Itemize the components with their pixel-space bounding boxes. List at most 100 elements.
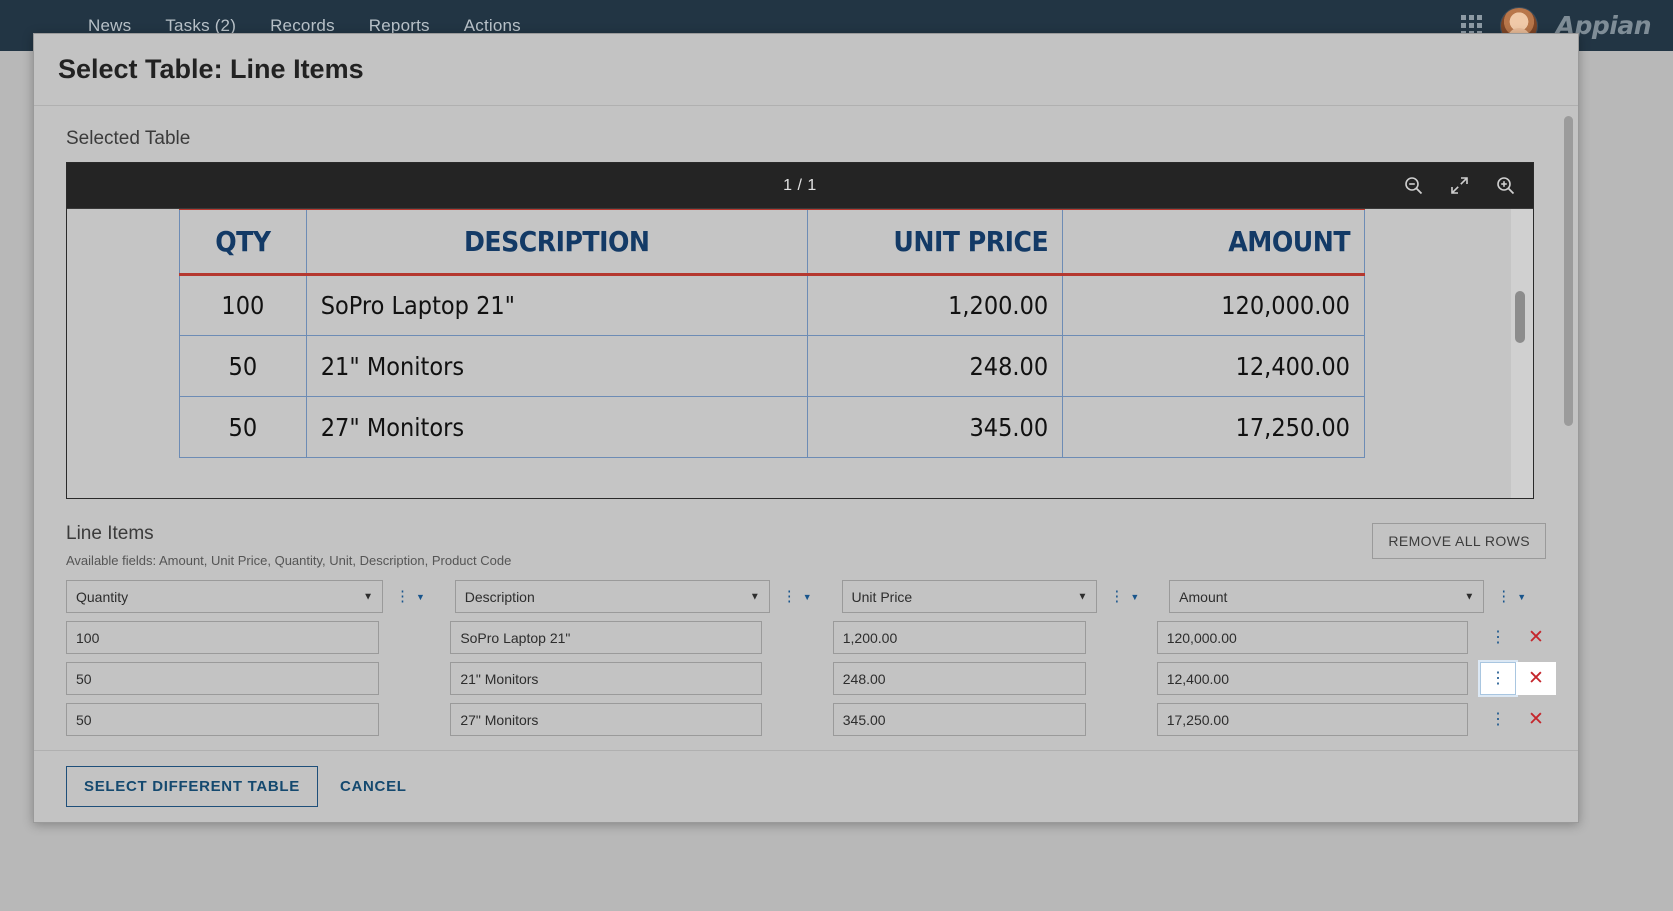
vertical-dots-icon: ⋮ <box>1496 588 1512 605</box>
line-item-row: ⋮ ✕ <box>66 662 1556 695</box>
column-select-unit-price[interactable]: Unit Price <box>841 580 1098 613</box>
zoom-in-icon[interactable] <box>1496 176 1515 195</box>
close-icon: ✕ <box>1528 627 1544 648</box>
description-input[interactable] <box>450 703 762 736</box>
close-icon: ✕ <box>1528 668 1544 689</box>
row-menu-button[interactable]: ⋮ <box>1480 703 1516 736</box>
zoom-out-icon[interactable] <box>1404 176 1423 195</box>
invoice-col-unit-price: UNIT PRICE <box>806 209 1064 276</box>
unit-price-cell-wrap <box>832 662 1086 695</box>
description-cell-wrap <box>450 662 762 695</box>
invoice-col-description: DESCRIPTION <box>305 209 808 276</box>
viewer-toolbar: 1 / 1 <box>67 163 1533 208</box>
chevron-down-icon: ▼ <box>415 591 425 602</box>
invoice-cell-unit-price: 1,200.00 <box>806 274 1064 336</box>
column-select-description[interactable]: Description <box>454 580 770 613</box>
column-select-amount-wrap: Amount ▼ <box>1169 580 1485 613</box>
chevron-down-icon: ▼ <box>1130 591 1140 602</box>
invoice-cell-unit-price: 248.00 <box>806 335 1064 397</box>
column-menu-quantity[interactable]: ⋮ ▼ <box>395 589 443 604</box>
row-menu-button-active[interactable]: ⋮ <box>1479 662 1516 695</box>
page-title: Select Table: Line Items <box>58 54 364 84</box>
close-icon: ✕ <box>1528 709 1544 730</box>
table-row: 50 21" Monitors 248.00 12,400.00 <box>179 335 1365 397</box>
description-cell-wrap <box>450 703 762 736</box>
delete-row-button[interactable]: ✕ <box>1516 621 1556 654</box>
unit-price-cell-wrap <box>832 621 1086 654</box>
table-row: 100 SoPro Laptop 21" 1,200.00 120,000.00 <box>179 274 1365 336</box>
page-left-gutter <box>67 209 171 498</box>
invoice-cell-amount: 17,250.00 <box>1062 396 1365 458</box>
select-table-dialog: Select Table: Line Items Selected Table … <box>33 33 1579 823</box>
expand-icon[interactable] <box>1450 176 1469 195</box>
chevron-down-icon: ▼ <box>802 591 812 602</box>
quantity-cell-wrap <box>66 662 380 695</box>
vertical-dots-icon: ⋮ <box>1109 588 1125 605</box>
line-items-heading-text: Line Items Available fields: Amount, Uni… <box>66 523 1372 568</box>
invoice-cell-description: 21" Monitors <box>305 335 808 397</box>
amount-input[interactable] <box>1156 621 1468 654</box>
dialog-body: Selected Table 1 / 1 QTY DESCRIPTION UNI… <box>34 106 1578 750</box>
unit-price-input[interactable] <box>832 703 1086 736</box>
column-selector-row: Quantity ▼ ⋮ ▼ Description ▼ ⋮ ▼ Unit Pr… <box>66 580 1556 613</box>
invoice-col-qty: QTY <box>179 209 307 276</box>
unit-price-input[interactable] <box>832 621 1086 654</box>
vertical-dots-icon: ⋮ <box>1489 710 1506 728</box>
invoice-cell-amount: 12,400.00 <box>1062 335 1365 397</box>
column-select-amount[interactable]: Amount <box>1169 580 1485 613</box>
delete-row-button[interactable]: ✕ <box>1515 662 1556 695</box>
dialog-scrollbar-thumb[interactable] <box>1564 116 1573 426</box>
vertical-dots-icon: ⋮ <box>1489 628 1506 646</box>
description-cell-wrap <box>450 621 762 654</box>
quantity-input[interactable] <box>66 703 380 736</box>
invoice-header-row: QTY DESCRIPTION UNIT PRICE AMOUNT <box>179 209 1365 276</box>
delete-row-button[interactable]: ✕ <box>1516 703 1556 736</box>
line-items-title: Line Items <box>66 523 154 544</box>
quantity-cell-wrap <box>66 703 380 736</box>
invoice-table: QTY DESCRIPTION UNIT PRICE AMOUNT 100 So… <box>179 209 1365 458</box>
invoice-cell-description: SoPro Laptop 21" <box>305 274 808 336</box>
invoice-cell-qty: 100 <box>179 274 307 336</box>
quantity-input[interactable] <box>66 662 380 695</box>
amount-input[interactable] <box>1156 703 1468 736</box>
row-controls: ⋮ ✕ <box>1479 662 1556 695</box>
unit-price-input[interactable] <box>832 662 1086 695</box>
chevron-down-icon: ▼ <box>1517 591 1527 602</box>
invoice-col-amount: AMOUNT <box>1062 209 1365 276</box>
line-items-grid: Quantity ▼ ⋮ ▼ Description ▼ ⋮ ▼ Unit Pr… <box>66 580 1556 736</box>
column-select-quantity[interactable]: Quantity <box>66 580 383 613</box>
description-input[interactable] <box>450 662 762 695</box>
invoice-cell-amount: 120,000.00 <box>1062 274 1365 336</box>
amount-input[interactable] <box>1156 662 1468 695</box>
quantity-cell-wrap <box>66 621 380 654</box>
column-menu-description[interactable]: ⋮ ▼ <box>782 589 830 604</box>
table-row: 50 27" Monitors 345.00 17,250.00 <box>179 396 1365 458</box>
remove-all-rows-button[interactable]: REMOVE ALL ROWS <box>1372 523 1546 559</box>
amount-cell-wrap <box>1156 621 1468 654</box>
document-viewer: 1 / 1 QTY DESCRIPTION UNIT PRICE AMOUNT … <box>66 162 1534 499</box>
dialog-header: Select Table: Line Items <box>34 34 1578 106</box>
row-controls: ⋮ ✕ <box>1480 621 1556 654</box>
unit-price-cell-wrap <box>832 703 1086 736</box>
cancel-button[interactable]: CANCEL <box>340 778 407 795</box>
page-scrollbar-thumb[interactable] <box>1515 291 1525 343</box>
quantity-input[interactable] <box>66 621 380 654</box>
column-menu-unit-price[interactable]: ⋮ ▼ <box>1109 589 1157 604</box>
dialog-footer: SELECT DIFFERENT TABLE CANCEL <box>34 750 1578 822</box>
column-select-quantity-wrap: Quantity ▼ <box>66 580 383 613</box>
document-page: QTY DESCRIPTION UNIT PRICE AMOUNT 100 So… <box>67 208 1533 498</box>
invoice-cell-qty: 50 <box>179 396 307 458</box>
vertical-dots-icon: ⋮ <box>394 588 410 605</box>
line-item-row: ⋮ ✕ <box>66 621 1556 654</box>
available-fields-text: Available fields: Amount, Unit Price, Qu… <box>66 553 512 568</box>
select-different-table-button[interactable]: SELECT DIFFERENT TABLE <box>66 766 318 807</box>
line-items-header: Line Items Available fields: Amount, Uni… <box>66 523 1554 568</box>
column-select-unit-price-wrap: Unit Price ▼ <box>841 580 1098 613</box>
column-menu-amount[interactable]: ⋮ ▼ <box>1496 589 1544 604</box>
vertical-dots-icon: ⋮ <box>1489 669 1506 687</box>
invoice-cell-unit-price: 345.00 <box>806 396 1064 458</box>
invoice-cell-qty: 50 <box>179 335 307 397</box>
row-menu-button[interactable]: ⋮ <box>1480 621 1516 654</box>
description-input[interactable] <box>450 621 762 654</box>
page-scrollbar[interactable] <box>1511 209 1533 498</box>
